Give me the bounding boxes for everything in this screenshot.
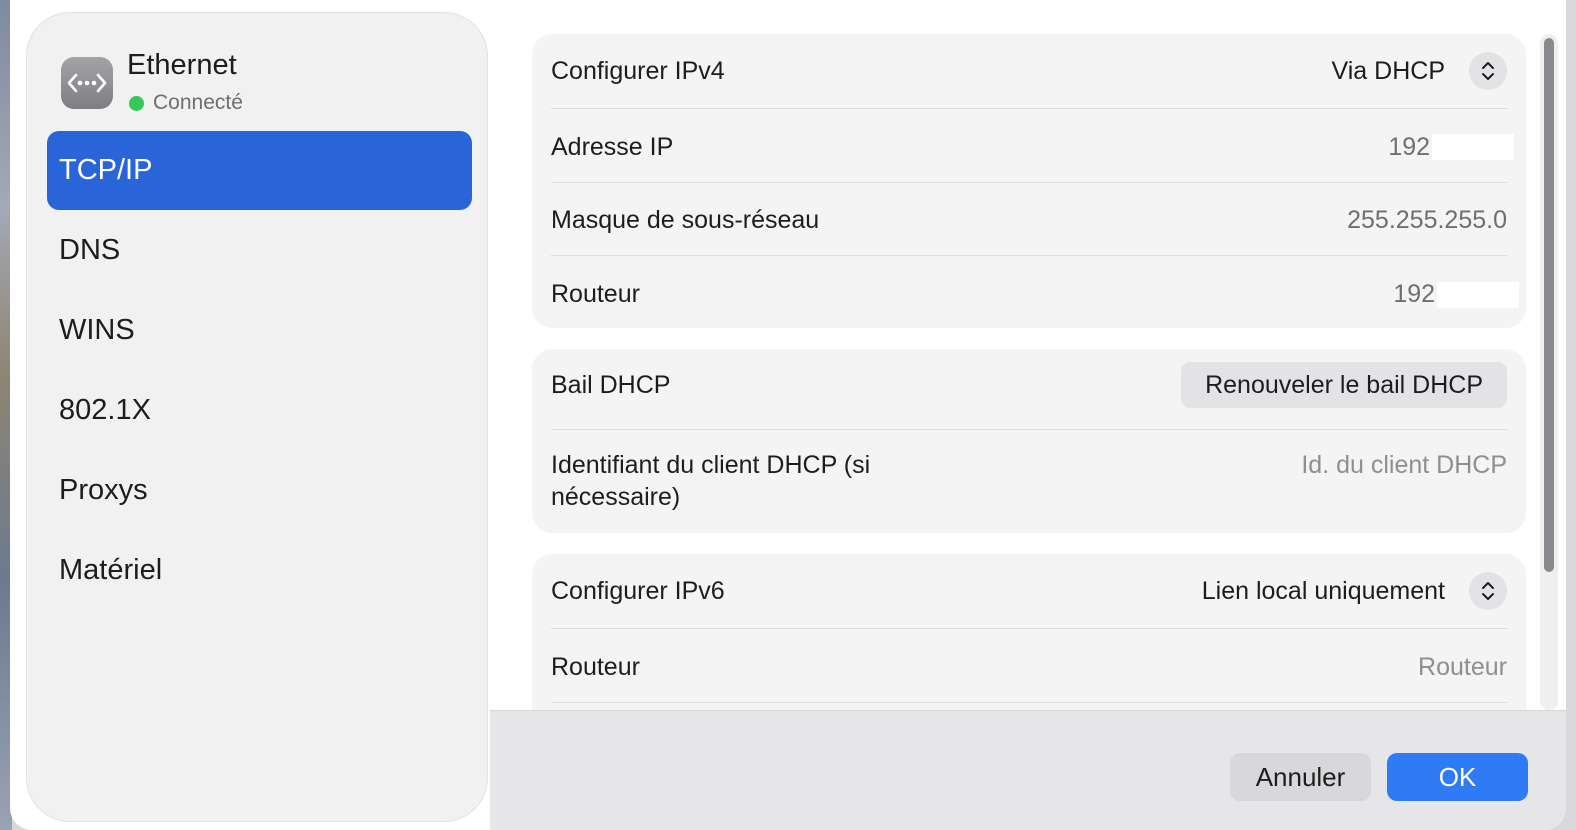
redaction-box xyxy=(1432,134,1514,160)
scrollbar-thumb[interactable] xyxy=(1544,38,1554,572)
dhcp-lease-label: Bail DHCP xyxy=(551,370,671,399)
subnet-mask-label: Masque de sous-réseau xyxy=(551,205,820,234)
ipv6-router-label: Routeur xyxy=(551,652,640,681)
ipv4-group: Configurer IPv4 Via DHCP Adresse IP 192.… xyxy=(532,34,1526,328)
ipv4-config-label: Configurer IPv4 xyxy=(551,56,725,85)
ipv6-router-row: Routeur Routeur xyxy=(551,646,1507,688)
dhcp-client-id-row: Identifiant du client DHCP (si nécessair… xyxy=(551,449,1507,519)
ipv6-router-field[interactable]: Routeur xyxy=(1418,653,1507,682)
divider xyxy=(551,108,1507,109)
ip-address-label: Adresse IP xyxy=(551,132,674,161)
ipv4-config-row: Configurer IPv4 Via DHCP xyxy=(551,50,1507,92)
updown-chevron-icon[interactable] xyxy=(1469,52,1507,90)
divider xyxy=(551,429,1507,430)
divider xyxy=(551,628,1507,629)
ipv4-router-value: 192. xyxy=(1393,279,1442,308)
ok-button[interactable]: OK xyxy=(1387,753,1528,801)
dhcp-client-id-label-line1: Identifiant du client DHCP (si xyxy=(551,451,871,479)
ipv6-config-label: Configurer IPv6 xyxy=(551,576,725,605)
updown-chevron-icon[interactable] xyxy=(1469,572,1507,610)
ipv6-config-popup[interactable]: Lien local uniquement xyxy=(1202,572,1507,610)
cancel-button[interactable]: Annuler xyxy=(1230,753,1371,801)
subnet-mask-value: 255.255.255.0 xyxy=(1347,205,1507,234)
scrollbar[interactable] xyxy=(1540,34,1558,710)
settings-content: Configurer IPv4 Via DHCP Adresse IP 192.… xyxy=(10,0,1566,830)
divider xyxy=(551,255,1507,256)
renew-dhcp-lease-button[interactable]: Renouveler le bail DHCP xyxy=(1181,362,1507,408)
dhcp-lease-row: Bail DHCP Renouveler le bail DHCP xyxy=(551,361,1507,409)
network-settings-sheet: Ethernet Connecté TCP/IP DNS WINS 802.1X… xyxy=(10,0,1566,830)
ipv4-router-row: Routeur 192. xyxy=(551,273,1507,315)
dhcp-client-id-field[interactable]: Id. du client DHCP xyxy=(1301,449,1507,481)
ip-address-row: Adresse IP 192. xyxy=(551,126,1507,168)
footer-bar: Annuler OK xyxy=(490,710,1566,830)
ipv4-config-value: Via DHCP xyxy=(1331,56,1445,85)
ipv6-config-row: Configurer IPv6 Lien local uniquement xyxy=(551,570,1507,612)
dhcp-client-id-label: Identifiant du client DHCP (si nécessair… xyxy=(551,449,870,513)
dhcp-client-id-label-line2: nécessaire) xyxy=(551,483,681,511)
ipv4-router-label: Routeur xyxy=(551,279,640,308)
divider xyxy=(551,182,1507,183)
divider xyxy=(551,702,1507,703)
ipv6-config-value: Lien local uniquement xyxy=(1201,576,1445,605)
subnet-mask-row: Masque de sous-réseau 255.255.255.0 xyxy=(551,199,1507,241)
redaction-box xyxy=(1437,282,1519,308)
ipv4-config-popup[interactable]: Via DHCP xyxy=(1332,52,1507,90)
dhcp-group: Bail DHCP Renouveler le bail DHCP Identi… xyxy=(532,349,1526,533)
ip-address-value: 192. xyxy=(1388,132,1437,161)
